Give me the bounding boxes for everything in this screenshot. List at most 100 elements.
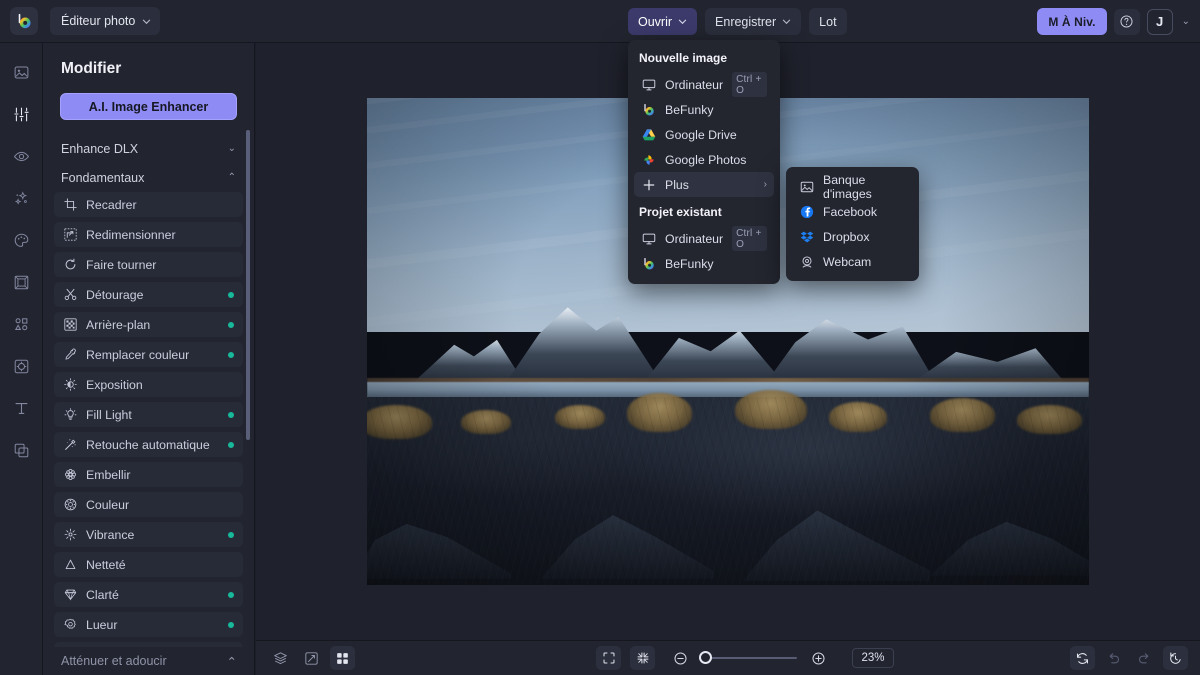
bulb-icon: [63, 408, 77, 422]
tool-label: Fill Light: [86, 407, 132, 422]
avatar-initial: J: [1155, 14, 1164, 29]
submenu-item-facebook[interactable]: Facebook: [792, 199, 913, 224]
befunky-logo-button[interactable]: [10, 7, 38, 35]
section-fondamentaux[interactable]: Fondamentaux ⌃: [51, 163, 246, 192]
submenu-item-webcam[interactable]: Webcam: [792, 249, 913, 274]
menu-item-new-google-drive[interactable]: Google Drive: [634, 122, 774, 147]
befunky-logo-icon: [641, 102, 656, 117]
tool-embellir[interactable]: Embellir: [54, 462, 243, 487]
compare-icon: [305, 651, 318, 665]
panel-title: Modifier: [61, 60, 122, 77]
help-button[interactable]: [1113, 8, 1140, 35]
zoom-slider[interactable]: [699, 651, 797, 664]
save-button-label: Enregistrer: [715, 14, 777, 29]
tool-arriere-plan[interactable]: Arrière-plan: [54, 312, 243, 337]
batch-button[interactable]: Lot: [809, 8, 847, 35]
tool-clarte[interactable]: Clarté: [54, 582, 243, 607]
layers-stack-icon: [274, 651, 287, 664]
zoom-out-button[interactable]: [668, 646, 693, 670]
tool-label: Couleur: [86, 497, 130, 512]
reset-button[interactable]: [1070, 646, 1095, 670]
rail-item-effects[interactable]: [7, 184, 35, 212]
fit-screen-button[interactable]: [596, 646, 621, 670]
zoom-in-button[interactable]: [806, 646, 831, 670]
monitor-icon: [641, 231, 656, 246]
compare-button[interactable]: [299, 646, 324, 670]
menu-item-label: BeFunky: [665, 102, 714, 117]
rail-item-text[interactable]: [7, 394, 35, 422]
rail-item-image[interactable]: [7, 58, 35, 86]
bottom-left-tools: [268, 646, 355, 670]
eyedropper-icon: [63, 348, 77, 362]
tool-remplacer-couleur[interactable]: Remplacer couleur: [54, 342, 243, 367]
avatar[interactable]: J: [1146, 8, 1173, 35]
rail-item-retouch[interactable]: [7, 142, 35, 170]
menu-item-more[interactable]: Plus ›: [634, 172, 774, 197]
menu-item-label: Ordinateur: [665, 231, 724, 246]
ai-image-enhancer-button[interactable]: A.I. Image Enhancer: [60, 93, 237, 120]
rail-item-frames[interactable]: [7, 268, 35, 296]
zoom-slider-handle[interactable]: [699, 651, 712, 664]
sparkles-icon: [14, 190, 27, 205]
menu-item-new-befunky[interactable]: BeFunky: [634, 97, 774, 122]
rail-item-artsy[interactable]: [7, 226, 35, 254]
section-enhance-dlx[interactable]: Enhance DLX ⌄: [51, 134, 246, 163]
webcam-icon: [799, 254, 814, 269]
texture-icon: [14, 359, 28, 373]
mountain-range: [367, 307, 1089, 386]
tool-vibrance[interactable]: Vibrance: [54, 522, 243, 547]
redo-button[interactable]: [1132, 646, 1157, 670]
tool-lueur[interactable]: Lueur: [54, 612, 243, 637]
zoom-level-value[interactable]: 23%: [852, 648, 894, 668]
tool-couleur[interactable]: Couleur: [54, 492, 243, 517]
actual-size-button[interactable]: [630, 646, 655, 670]
undo-button[interactable]: [1101, 646, 1126, 670]
submenu-item-dropbox[interactable]: Dropbox: [792, 224, 913, 249]
tool-detourage[interactable]: Détourage: [54, 282, 243, 307]
account-menu-chevron-down-icon[interactable]: ⌄: [1180, 16, 1192, 27]
frame-icon: [14, 275, 28, 289]
save-button[interactable]: Enregistrer: [705, 8, 802, 35]
open-button[interactable]: Ouvrir: [628, 8, 698, 35]
tool-label: Vibrance: [86, 527, 135, 542]
rail-item-layers[interactable]: [7, 436, 35, 464]
layers-icon: [14, 443, 28, 457]
open-dropdown-menu: Nouvelle image Ordinateur Ctrl + O BeFun…: [628, 40, 780, 284]
menu-item-new-computer[interactable]: Ordinateur Ctrl + O: [634, 72, 774, 97]
section-attenuer-adoucir[interactable]: Atténuer et adoucir ⌃: [43, 647, 254, 675]
premium-dot: [228, 291, 234, 298]
history-icon: [1170, 651, 1181, 664]
menu-item-existing-befunky[interactable]: BeFunky: [634, 251, 774, 276]
tool-label: Redimensionner: [86, 227, 176, 242]
bottom-bar: 23%: [256, 640, 1200, 675]
menu-item-existing-computer[interactable]: Ordinateur Ctrl + O: [634, 226, 774, 251]
tool-nettete[interactable]: Netteté: [54, 552, 243, 577]
app-switcher[interactable]: Éditeur photo: [50, 7, 161, 35]
tool-label: Retouche automatique: [86, 437, 210, 452]
rail-item-graphics[interactable]: [7, 310, 35, 338]
tool-redimensionner[interactable]: Redimensionner: [54, 222, 243, 247]
tool-faire-tourner[interactable]: Faire tourner: [54, 252, 243, 277]
tool-label: Détourage: [86, 287, 144, 302]
menu-item-new-google-photos[interactable]: Google Photos: [634, 147, 774, 172]
chevron-down-icon: [143, 19, 151, 24]
menu-item-label: Google Drive: [665, 127, 737, 142]
panel-scrollbar[interactable]: [246, 130, 250, 440]
upgrade-button[interactable]: M À Niv.: [1037, 8, 1107, 35]
tool-exposition[interactable]: Exposition: [54, 372, 243, 397]
rail-item-textures[interactable]: [7, 352, 35, 380]
more-sources-submenu: Banque d'images Facebook Dropbox Webcam: [786, 167, 919, 281]
layers-stack-button[interactable]: [268, 646, 293, 670]
history-button[interactable]: [1163, 646, 1188, 670]
zoom-controls: 23%: [596, 646, 894, 670]
facebook-icon: [799, 204, 814, 219]
submenu-item-stock-images[interactable]: Banque d'images: [792, 173, 913, 201]
tool-fill-light[interactable]: Fill Light: [54, 402, 243, 427]
google-photos-icon: [641, 152, 656, 167]
text-icon: [15, 402, 27, 414]
tool-retouche-automatique[interactable]: Retouche automatique: [54, 432, 243, 457]
grid-button[interactable]: [330, 646, 355, 670]
tool-recadrer[interactable]: Recadrer: [54, 192, 243, 217]
premium-dot: [228, 411, 234, 418]
rail-item-edit[interactable]: [7, 100, 35, 128]
